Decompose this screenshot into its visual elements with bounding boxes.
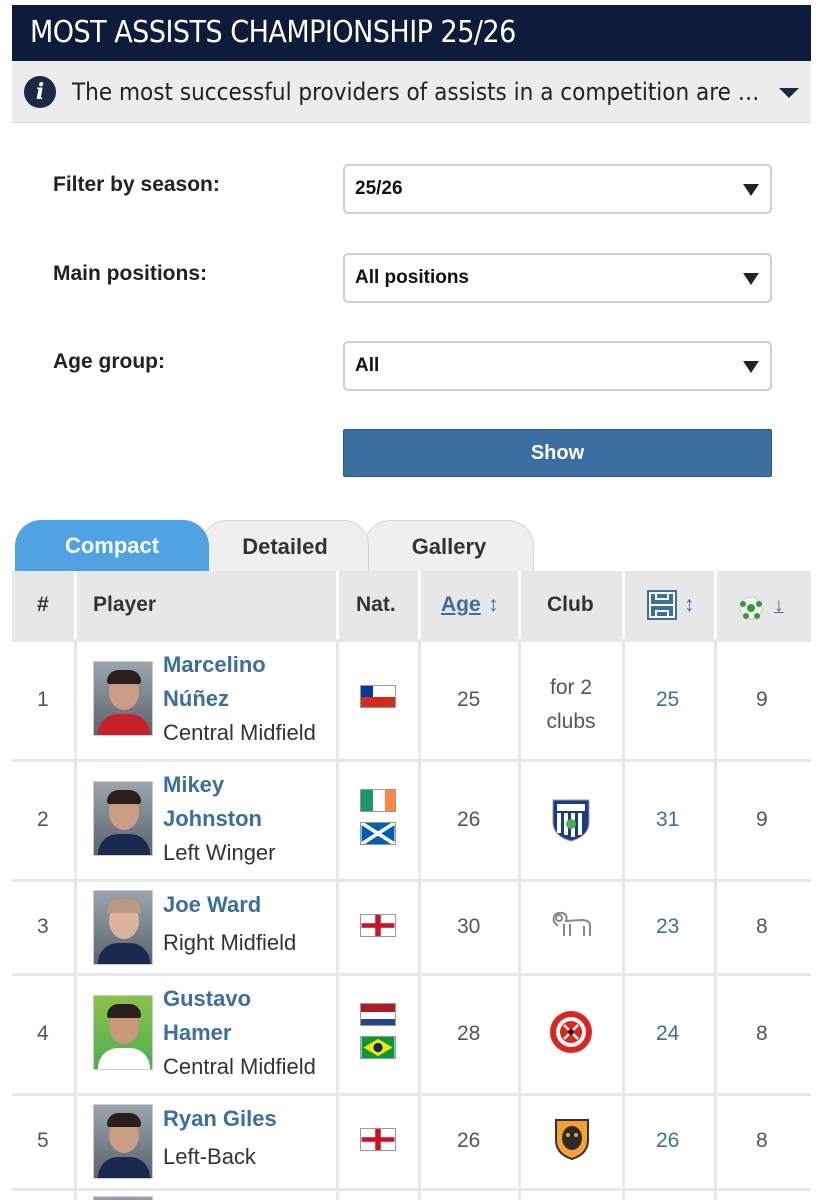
- age-group-select[interactable]: All: [343, 341, 772, 391]
- positions-label: Main positions:: [53, 262, 207, 285]
- player-name-link[interactable]: Johnston: [163, 802, 262, 836]
- table-row[interactable]: 2 Mikey Johnston Left Winger 26 31 9: [12, 759, 811, 879]
- player-position: Central Midfield: [163, 720, 316, 745]
- header-rank: #: [37, 593, 49, 616]
- header-age-sort[interactable]: Age: [441, 593, 481, 617]
- chile-flag-icon[interactable]: [360, 685, 396, 708]
- dropdown-arrow-icon: [743, 184, 759, 196]
- player-name-link[interactable]: Gustavo: [163, 982, 251, 1016]
- hull-city-crest-icon[interactable]: [554, 1118, 590, 1160]
- player-photo[interactable]: [93, 1196, 153, 1200]
- player-photo[interactable]: [93, 1104, 153, 1179]
- sheffield-united-crest-icon[interactable]: [549, 1010, 593, 1054]
- header-club: Club: [547, 593, 594, 616]
- player-position: Central Midfield: [163, 1054, 316, 1079]
- appearances-link[interactable]: 31: [656, 808, 679, 832]
- age-group-label: Age group:: [53, 350, 165, 373]
- player-photo[interactable]: [93, 661, 153, 736]
- table-row[interactable]: 5 Ryan Giles Left-Back 26 26 8: [12, 1093, 811, 1188]
- england-flag-icon[interactable]: [360, 914, 396, 937]
- sort-arrows-icon[interactable]: ↕: [684, 593, 695, 617]
- rank: 3: [37, 915, 49, 938]
- sort-arrows-icon[interactable]: ↕: [488, 593, 499, 617]
- rank: 5: [37, 1129, 49, 1152]
- show-button[interactable]: Show: [343, 429, 772, 477]
- assists-value: 9: [756, 808, 768, 831]
- rank: 2: [37, 808, 49, 831]
- netherlands-flag-icon[interactable]: [360, 1003, 396, 1026]
- ireland-flag-icon[interactable]: [360, 789, 396, 812]
- player-name-link[interactable]: Marcelino: [163, 648, 266, 682]
- player-name-link[interactable]: Núñez: [163, 682, 229, 716]
- scotland-flag-icon[interactable]: [360, 822, 396, 845]
- table-row[interactable]: [12, 1188, 811, 1200]
- header-player: Player: [93, 593, 157, 616]
- age-group-select-value: All: [355, 355, 380, 376]
- chevron-down-icon[interactable]: [779, 88, 799, 98]
- info-text: The most successful providers of assists…: [72, 78, 762, 106]
- player-name-link[interactable]: Joe Ward: [163, 888, 261, 922]
- appearances-link[interactable]: 23: [656, 915, 679, 939]
- player-position: Left Winger: [163, 840, 276, 865]
- info-bar[interactable]: i The most successful providers of assis…: [12, 61, 811, 123]
- appearances-link[interactable]: 26: [656, 1129, 679, 1153]
- ball-icon[interactable]: [738, 595, 764, 621]
- season-select[interactable]: 25/26: [343, 164, 772, 214]
- info-icon: i: [24, 76, 56, 108]
- filter-panel: Filter by season: 25/26 Main positions: …: [12, 123, 811, 521]
- england-flag-icon[interactable]: [360, 1128, 396, 1151]
- tab-detailed[interactable]: Detailed: [201, 520, 369, 571]
- age-value: 28: [457, 1022, 481, 1045]
- table-row[interactable]: 4 Gustavo Hamer Central Midfield 28 24 8: [12, 973, 811, 1093]
- brazil-flag-icon[interactable]: [360, 1036, 396, 1059]
- pitch-icon[interactable]: [646, 589, 678, 621]
- season-label: Filter by season:: [53, 173, 220, 196]
- tab-gallery[interactable]: Gallery: [364, 520, 534, 571]
- assists-value: 8: [756, 915, 768, 938]
- page-frame: MOST ASSISTS CHAMPIONSHIP 25/26 i The mo…: [12, 5, 811, 1200]
- player-position: Left-Back: [163, 1144, 256, 1169]
- west-brom-crest-icon[interactable]: [551, 798, 591, 842]
- derby-ram-icon[interactable]: [548, 908, 596, 940]
- player-name-link[interactable]: Ryan Giles: [163, 1102, 277, 1136]
- appearances-link[interactable]: 24: [656, 1022, 679, 1046]
- assists-value: 9: [756, 688, 768, 711]
- player-photo[interactable]: [93, 995, 153, 1070]
- title-bar: MOST ASSISTS CHAMPIONSHIP 25/26: [12, 5, 811, 61]
- assists-value: 8: [756, 1129, 768, 1152]
- dropdown-arrow-icon: [743, 273, 759, 285]
- appearances-link[interactable]: 25: [656, 688, 679, 712]
- positions-select[interactable]: All positions: [343, 253, 772, 303]
- player-photo[interactable]: [93, 781, 153, 856]
- positions-select-value: All positions: [355, 267, 469, 288]
- season-select-value: 25/26: [355, 178, 403, 199]
- table-row[interactable]: 1 Marcelino Núñez Central Midfield 25 fo…: [12, 639, 811, 759]
- table-header: # Player Nat. Age ↕ Club ↕ ↓: [12, 571, 811, 639]
- player-name-link[interactable]: Hamer: [163, 1016, 231, 1050]
- age-value: 26: [457, 808, 481, 831]
- club-multiple: for 2 clubs: [546, 676, 596, 733]
- rank: 1: [37, 688, 49, 711]
- assists-value: 8: [756, 1022, 768, 1045]
- age-value: 25: [457, 688, 481, 711]
- rank: 4: [37, 1022, 49, 1045]
- dropdown-arrow-icon: [743, 361, 759, 373]
- header-nat: Nat.: [356, 593, 396, 616]
- table-row[interactable]: 3 Joe Ward Right Midfield 30 23 8: [12, 879, 811, 973]
- page-title: MOST ASSISTS CHAMPIONSHIP 25/26: [30, 15, 516, 50]
- age-value: 30: [457, 915, 481, 938]
- player-position: Right Midfield: [163, 930, 297, 955]
- sort-desc-icon[interactable]: ↓: [774, 595, 784, 617]
- age-value: 26: [457, 1129, 481, 1152]
- tab-compact[interactable]: Compact: [15, 520, 209, 571]
- player-name-link[interactable]: Mikey: [163, 768, 224, 802]
- player-photo[interactable]: [93, 890, 153, 965]
